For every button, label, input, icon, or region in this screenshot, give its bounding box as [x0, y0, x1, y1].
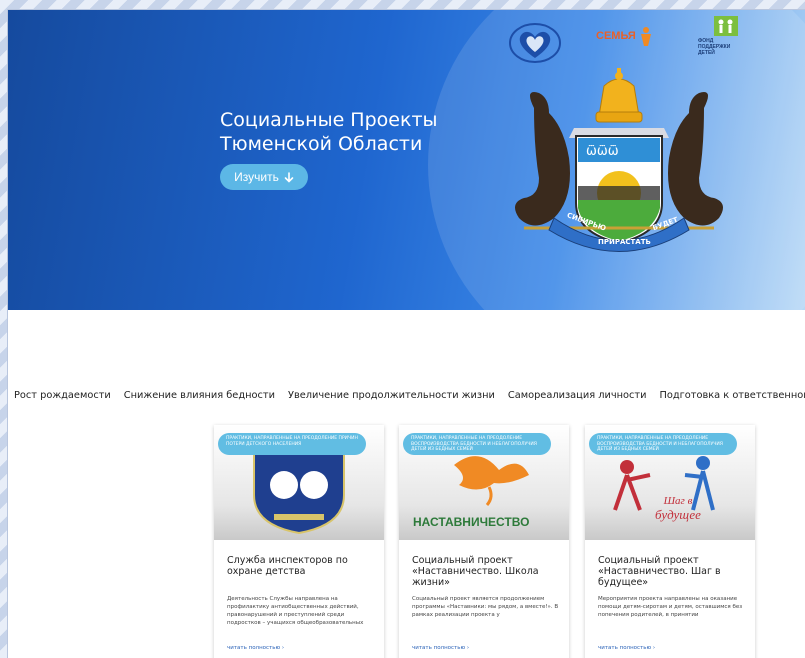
card-image-caption: Шаг в будущее	[655, 493, 701, 521]
card-description: Деятельность Службы направлена на профил…	[227, 596, 364, 626]
card-tag: ПРАКТИКИ, НАПРАВЛЕННЫЕ НА ПРЕОДОЛЕНИЕ ВО…	[403, 433, 551, 455]
project-card-1[interactable]: ПРАКТИКИ, НАПРАВЛЕННЫЕ НА ПРЕОДОЛЕНИЕ ПР…	[214, 425, 384, 658]
card-description: Социальный проект является продолжением …	[412, 596, 559, 618]
coat-motto: СИБИРЬЮ ПРИРАСТАТЬ БУДЕТ	[494, 68, 744, 268]
category-tabs: Рост рождаемости Снижение влияния беднос…	[14, 390, 805, 401]
motto-2: ПРИРАСТАТЬ	[598, 238, 651, 246]
read-more-link[interactable]: читать полностью ›	[598, 645, 655, 651]
children-icon	[714, 16, 738, 36]
heart-logo	[509, 23, 561, 63]
read-more-link[interactable]: читать полностью ›	[412, 645, 469, 651]
tab-self-realization[interactable]: Самореализация личности	[508, 390, 647, 401]
caption-line-2: будущее	[655, 507, 701, 522]
hero-title-line2: Тюменской Области	[220, 133, 423, 155]
card-title: Социальный проект «Наставничество. Школа…	[412, 555, 539, 588]
card-tag: ПРАКТИКИ, НАПРАВЛЕННЫЕ НА ПРЕОДОЛЕНИЕ ПР…	[218, 433, 366, 455]
card-title: Служба инспекторов по охране детства	[227, 555, 348, 577]
card-description: Мероприятия проекта направлены на оказан…	[598, 596, 743, 618]
hero-title-line1: Социальные Проекты	[220, 109, 438, 131]
tab-poverty[interactable]: Снижение влияния бедности	[124, 390, 275, 401]
arrow-down-icon	[284, 171, 294, 183]
card-tag: ПРАКТИКИ, НАПРАВЛЕННЫЕ НА ПРЕОДОЛЕНИЕ ВО…	[589, 433, 737, 455]
fund-logo: ФОНД ПОДДЕРЖКИ ДЕТЕЙ	[698, 16, 748, 62]
hero-title: Социальные Проекты Тюменской Области	[220, 108, 438, 156]
project-card-2[interactable]: НАСТАВНИЧЕСТВО ПРАКТИКИ, НАПРАВЛЕННЫЕ НА…	[399, 425, 569, 658]
tab-life-expectancy[interactable]: Увеличение продолжительности жизни	[288, 390, 495, 401]
semya-text: СЕМЬЯ	[596, 30, 636, 42]
project-card-3[interactable]: Шаг в будущее ПРАКТИКИ, НАПРАВЛЕННЫЕ НА …	[585, 425, 755, 658]
tab-birth-rate[interactable]: Рост рождаемости	[14, 390, 111, 401]
motto-1: СИБИРЬЮ	[565, 211, 608, 233]
fund-text-3: ДЕТЕЙ	[698, 50, 715, 56]
tab-parenting[interactable]: Подготовка к ответственному родительству	[660, 390, 805, 401]
motto-3: БУДЕТ	[651, 215, 680, 233]
read-more-link[interactable]: читать полностью ›	[227, 645, 284, 651]
card-image-caption: НАСТАВНИЧЕСТВО	[413, 515, 530, 529]
card-title: Социальный проект «Наставничество. Шаг в…	[598, 555, 721, 588]
caption-line-1: Шаг в	[663, 495, 693, 507]
semya-logo: СЕМЬЯ	[596, 24, 656, 54]
hero-banner: Социальные Проекты Тюменской Области Изу…	[8, 10, 805, 310]
page-frame: Социальные Проекты Тюменской Области Изу…	[8, 10, 805, 658]
explore-label: Изучить	[234, 170, 279, 184]
explore-button[interactable]: Изучить	[220, 164, 308, 190]
